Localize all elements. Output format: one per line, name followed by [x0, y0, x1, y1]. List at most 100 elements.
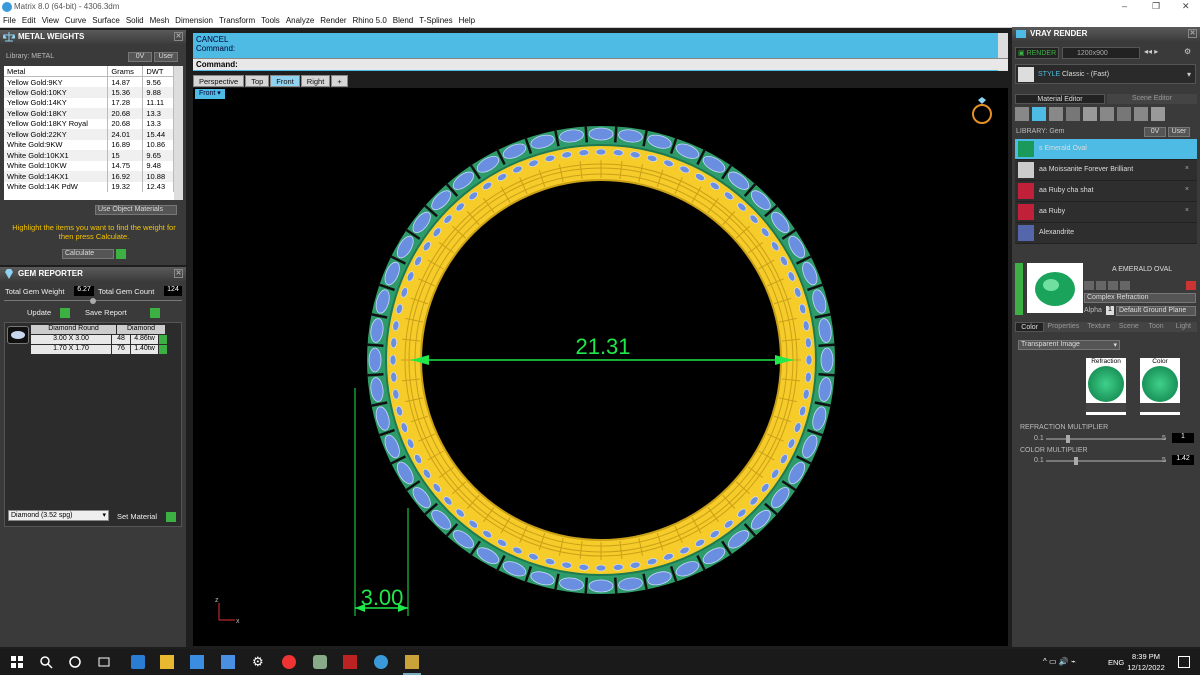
set-material-go-icon[interactable] — [166, 512, 176, 522]
metal-table-scrollbar[interactable] — [174, 66, 183, 200]
restore-icon[interactable]: ❐ — [1152, 1, 1160, 12]
material-item[interactable]: s Emerald Oval — [1015, 139, 1197, 160]
set-material-button[interactable]: Set Material — [117, 512, 157, 521]
table-row[interactable]: Yellow Gold:22KY 24.01 15.44 — [4, 129, 174, 140]
subtab-toon[interactable]: Toon — [1142, 322, 1170, 332]
metal-library-dropdown-2[interactable]: User — [154, 52, 178, 62]
save-report-go-icon[interactable] — [150, 308, 160, 318]
table-row[interactable]: White Gold:14K PdW 19.32 12.43 — [4, 181, 174, 192]
edge-icon[interactable] — [131, 655, 145, 669]
menu-transform[interactable]: Transform — [219, 14, 255, 27]
table-row[interactable]: Yellow Gold:14KY 17.28 11.11 — [4, 97, 174, 108]
metal-library-dropdown-1[interactable]: 0V — [128, 52, 152, 62]
settings-gear-icon[interactable]: ⚙ — [252, 655, 266, 669]
menu-blend[interactable]: Blend — [393, 14, 413, 27]
material-item[interactable]: aa Ruby cha shat × — [1015, 181, 1197, 202]
table-row[interactable]: White Gold:10KW 14.75 9.48 — [4, 160, 174, 171]
transparent-image-select[interactable]: Transparent Image ▾ — [1018, 340, 1120, 350]
table-row[interactable]: White Gold:10KX1 15 9.65 — [4, 150, 174, 161]
minimize-icon[interactable]: – — [1122, 1, 1127, 11]
use-object-materials-dropdown[interactable]: Use Object Materials — [95, 205, 177, 215]
material-item[interactable]: Alexandrite — [1015, 223, 1197, 244]
task-view-icon[interactable] — [97, 655, 111, 669]
close-icon[interactable]: ✕ — [1188, 29, 1197, 38]
notifications-icon[interactable] — [1178, 656, 1190, 668]
copy-icon[interactable] — [1108, 281, 1118, 290]
windows-start-icon[interactable] — [10, 655, 24, 669]
cortana-icon[interactable] — [68, 655, 82, 669]
file-explorer-icon[interactable] — [160, 655, 174, 669]
subtab-light[interactable]: Light — [1169, 322, 1197, 332]
menu-rhino[interactable]: Rhino 5.0 — [353, 14, 387, 27]
sphere-icon[interactable] — [1049, 107, 1063, 121]
settings-icon[interactable]: ⚙ — [1184, 47, 1191, 56]
tab-material-editor[interactable]: Material Editor — [1015, 94, 1105, 104]
table-row[interactable]: White Gold:9KW 16.89 10.86 — [4, 139, 174, 150]
table-row[interactable]: Yellow Gold:10KY 15.36 9.88 — [4, 87, 174, 98]
table-row[interactable]: Yellow Gold:18KY 20.68 13.3 — [4, 108, 174, 119]
tab-top[interactable]: Top — [245, 75, 270, 87]
texture-icon[interactable] — [1083, 107, 1097, 121]
color-swatch[interactable]: Color — [1140, 358, 1180, 415]
color-multiplier-slider[interactable] — [1046, 457, 1166, 465]
color-multiplier-value[interactable]: 1.42 — [1172, 455, 1194, 465]
app-icon[interactable] — [343, 655, 357, 669]
paste-icon[interactable] — [1120, 281, 1130, 290]
tray-icons[interactable]: ^ ▭ 🔊 ⌁ — [1043, 657, 1076, 666]
gem-material-select[interactable]: Diamond (3.52 spg) ▾ — [8, 510, 109, 521]
alpha-value[interactable]: 1 — [1106, 306, 1114, 315]
gem-row-1-size[interactable]: 3.00 X 3.00 — [31, 335, 111, 344]
pattern-icon[interactable] — [1100, 107, 1114, 121]
resolution-arrows-icon[interactable]: ◂◂ ▸ — [1144, 47, 1158, 56]
subtab-texture[interactable]: Texture — [1082, 322, 1116, 332]
update-button[interactable]: Update — [27, 308, 51, 317]
col-dwt[interactable]: DWT — [142, 66, 174, 77]
clock-date[interactable]: 12/12/2022 — [1126, 663, 1166, 672]
gem-library-dropdown-2[interactable]: User — [1168, 127, 1190, 137]
menu-analyze[interactable]: Analyze — [286, 14, 314, 27]
material-list[interactable]: s Emerald Oval aa Moissanite Forever Bri… — [1015, 139, 1197, 259]
search-icon[interactable] — [39, 655, 53, 669]
material-item[interactable]: aa Ruby × — [1015, 202, 1197, 223]
command-input[interactable]: Command: — [193, 58, 1008, 70]
shader-select[interactable]: Complex Refraction — [1084, 293, 1196, 303]
drop-icon[interactable] — [1015, 107, 1029, 121]
tab-right[interactable]: Right — [300, 75, 331, 87]
render-button[interactable]: ▣ RENDER — [1015, 47, 1059, 59]
menu-render[interactable]: Render — [320, 14, 346, 27]
refraction-swatch[interactable]: Refraction — [1086, 358, 1126, 415]
tile-icon[interactable] — [1134, 107, 1148, 121]
close-icon[interactable]: ✕ — [174, 32, 183, 41]
gem-library-dropdown-1[interactable]: 0V — [1144, 127, 1166, 137]
home-icon[interactable] — [1084, 281, 1094, 290]
update-go-icon[interactable] — [60, 308, 70, 318]
menu-help[interactable]: Help — [459, 14, 475, 27]
table-row[interactable]: Yellow Gold:18KY Royal 20.68 13.3 — [4, 118, 174, 129]
tab-add[interactable]: + — [331, 75, 348, 87]
refraction-multiplier-slider[interactable] — [1046, 435, 1166, 443]
tab-perspective[interactable]: Perspective — [193, 75, 245, 87]
menu-file[interactable]: File — [3, 14, 16, 27]
language-indicator[interactable]: ENG — [1108, 658, 1124, 667]
splitter-handle[interactable] — [90, 298, 96, 304]
refresh-icon[interactable] — [1186, 281, 1196, 290]
table-row[interactable]: Yellow Gold:9KY 14.87 9.56 — [4, 76, 174, 87]
menu-dimension[interactable]: Dimension — [175, 14, 213, 27]
ground-plane-select[interactable]: Default Ground Plane — [1116, 306, 1196, 316]
gem-row-2-size[interactable]: 1.70 X 1.70 — [31, 345, 111, 354]
col-grams[interactable]: Grams — [107, 66, 144, 77]
ring-view-icon[interactable] — [972, 97, 992, 124]
gem-list[interactable]: Diamond Round Diamond 3.00 X 3.00 48 4.8… — [4, 322, 182, 527]
app-icon-2[interactable] — [405, 655, 419, 669]
menu-mesh[interactable]: Mesh — [150, 14, 170, 27]
metal-table[interactable]: Metal Grams DWT Yellow Gold:9KY 14.87 9.56… — [4, 66, 174, 200]
menu-edit[interactable]: Edit — [22, 14, 36, 27]
close-icon[interactable]: ✕ — [174, 269, 183, 278]
light-bulb-icon[interactable] — [1151, 107, 1165, 121]
close-icon[interactable]: ✕ — [1182, 1, 1190, 12]
col-metal[interactable]: Metal — [4, 66, 109, 77]
menu-solid[interactable]: Solid — [126, 14, 144, 27]
material-item[interactable]: aa Moissanite Forever Brilliant × — [1015, 160, 1197, 181]
menu-tsplines[interactable]: T-Splines — [419, 14, 452, 27]
clock-time[interactable]: 8:39 PM — [1126, 652, 1166, 661]
